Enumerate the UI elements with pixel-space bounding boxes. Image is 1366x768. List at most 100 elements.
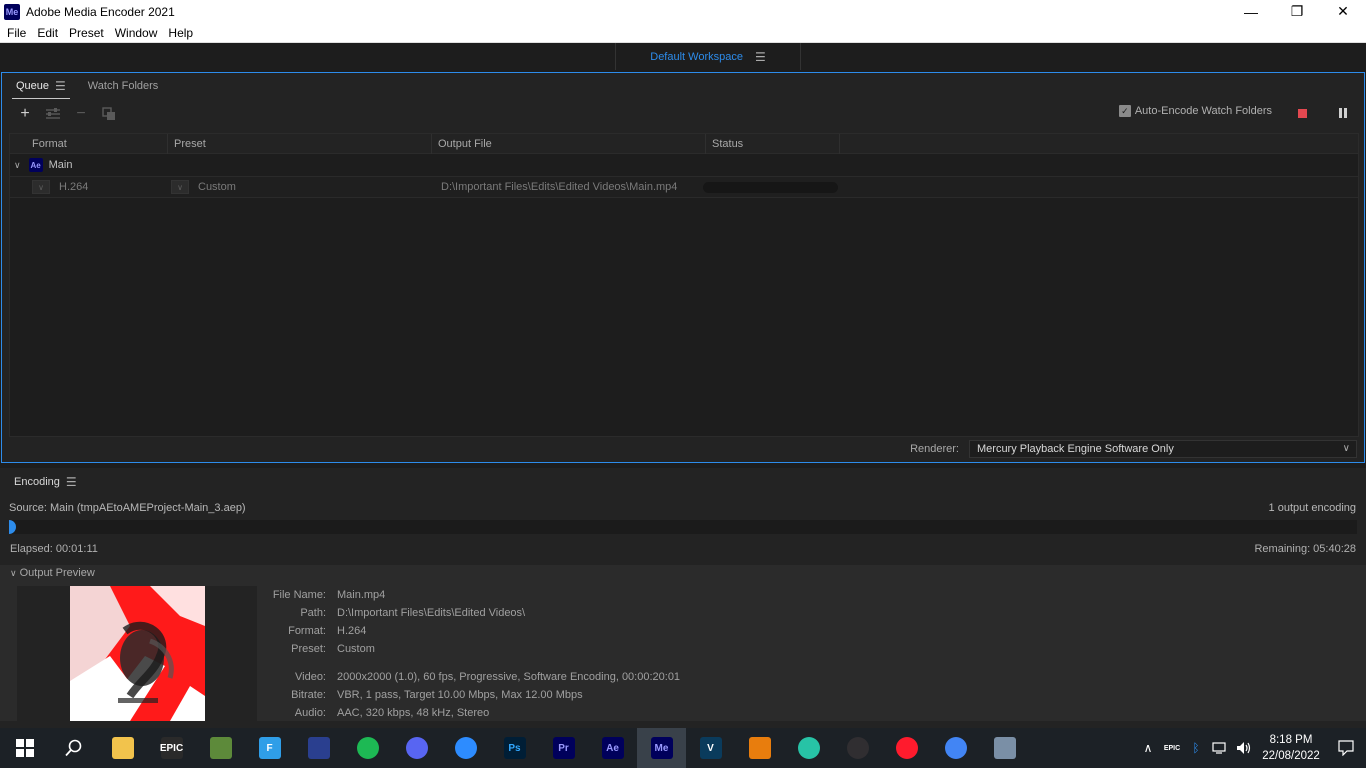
taskbar-app-bandicam[interactable] xyxy=(784,728,833,768)
game-icon xyxy=(307,737,330,759)
column-header-status[interactable]: Status xyxy=(706,133,840,154)
taskbar-app-obs[interactable] xyxy=(833,728,882,768)
taskbar-app-opera[interactable] xyxy=(882,728,931,768)
path-value: D:\Important Files\Edits\Edited Videos\ xyxy=(337,607,526,619)
menu-edit[interactable]: Edit xyxy=(33,26,62,40)
taskbar-app-control-panel[interactable] xyxy=(980,728,1029,768)
remove-minus-icon[interactable]: − xyxy=(70,104,92,124)
collapse-chevron-icon[interactable]: ∨ xyxy=(14,160,21,171)
menu-window[interactable]: Window xyxy=(111,26,162,40)
preview-thumbnail-frame xyxy=(17,586,257,721)
start-button[interactable] xyxy=(0,728,49,768)
minimize-button[interactable]: — xyxy=(1228,0,1274,23)
auto-encode-checkbox[interactable]: ✓ xyxy=(1118,105,1131,117)
media-encoder-icon: Me xyxy=(650,737,673,759)
preset-settings-icon[interactable] xyxy=(42,104,64,124)
after-effects-badge-icon: Ae xyxy=(28,158,43,172)
clock-time: 8:18 PM xyxy=(1269,734,1313,746)
renderer-dropdown[interactable]: Mercury Playback Engine Software Only ∨ xyxy=(969,440,1357,458)
epic-tray-icon[interactable]: EPIC xyxy=(1160,728,1184,768)
taskbar-app-chrome[interactable] xyxy=(931,728,980,768)
output-format[interactable]: H.264 xyxy=(59,181,88,193)
video-value: 2000x2000 (1.0), 60 fps, Progressive, So… xyxy=(337,671,681,683)
encoding-panel: Encoding ☰ Source: Main (tmpAEtoAMEProje… xyxy=(0,468,1366,728)
obs-icon xyxy=(846,737,869,759)
queue-item-name: Main xyxy=(48,159,73,171)
column-header-format[interactable]: Format xyxy=(10,133,168,154)
taskbar-app-spotify[interactable] xyxy=(343,728,392,768)
taskbar-app-after-effects[interactable]: Ae xyxy=(588,728,637,768)
duplicate-icon[interactable] xyxy=(98,104,120,124)
tab-encoding[interactable]: Encoding ☰ xyxy=(10,475,81,489)
windows-logo-icon xyxy=(15,739,34,757)
workspace-tab-default[interactable]: Default Workspace ☰ xyxy=(615,43,801,70)
menu-help[interactable]: Help xyxy=(164,26,197,40)
queue-table: Format Preset Output File Status ∨ Ae Ma… xyxy=(9,133,1359,437)
taskbar-app-media-encoder[interactable]: Me xyxy=(637,728,686,768)
workspace-menu-icon[interactable]: ☰ xyxy=(755,50,766,64)
column-header-preset[interactable]: Preset xyxy=(168,133,432,154)
bitrate-value: VBR, 1 pass, Target 10.00 Mbps, Max 12.0… xyxy=(337,689,583,701)
spotify-icon xyxy=(356,737,379,759)
system-clock[interactable]: 8:18 PM 22/08/2022 xyxy=(1256,732,1326,764)
search-button[interactable] xyxy=(49,728,98,768)
encoding-panel-menu-icon[interactable]: ☰ xyxy=(66,475,77,489)
title-bar: Me Adobe Media Encoder 2021 — ❐ ✕ xyxy=(0,0,1366,23)
zoom-icon xyxy=(454,737,477,759)
search-icon xyxy=(64,739,81,757)
output-row[interactable]: ∨ H.264 ∨ Custom D:\Important Files\Edit… xyxy=(10,176,1358,198)
stop-queue-button[interactable] xyxy=(1298,109,1307,118)
preview-thumbnail-image xyxy=(70,586,205,721)
taskbar-app-fortnite[interactable]: F xyxy=(245,728,294,768)
maximize-button[interactable]: ❐ xyxy=(1274,0,1320,23)
status-progress-bar xyxy=(703,182,838,193)
taskbar-app-epic-games[interactable]: EPIC xyxy=(147,728,196,768)
queue-panel-menu-icon[interactable]: ☰ xyxy=(55,79,66,93)
add-source-plus-icon[interactable]: + xyxy=(14,104,36,124)
audio-label: Audio: xyxy=(294,707,326,719)
taskbar-app-game[interactable] xyxy=(294,728,343,768)
bluetooth-icon[interactable]: ᛒ xyxy=(1184,728,1208,768)
fortnite-icon: F xyxy=(258,737,281,759)
minecraft-icon xyxy=(209,737,232,759)
notification-center-icon[interactable] xyxy=(1326,728,1366,768)
auto-encode-label: Auto-Encode Watch Folders xyxy=(1134,105,1272,117)
format-dropdown-button[interactable]: ∨ xyxy=(32,180,50,194)
media-encoder-app-icon: Me xyxy=(4,3,20,20)
volume-icon[interactable] xyxy=(1232,728,1256,768)
remaining-time: Remaining: 05:40:28 xyxy=(1254,543,1356,555)
output-preview-header[interactable]: ∨ Output Preview xyxy=(0,565,1366,581)
photoshop-icon: Ps xyxy=(503,737,526,759)
close-button[interactable]: ✕ xyxy=(1320,0,1366,23)
menu-file[interactable]: File xyxy=(3,26,30,40)
tab-encoding-label: Encoding xyxy=(14,476,60,488)
tab-queue[interactable]: Queue ☰ xyxy=(12,73,70,99)
blender-icon xyxy=(748,737,771,759)
collapse-chevron-icon[interactable]: ∨ xyxy=(10,568,17,579)
taskbar-app-file-explorer[interactable] xyxy=(98,728,147,768)
output-preset[interactable]: Custom xyxy=(198,181,236,193)
elapsed-time: Elapsed: 00:01:11 xyxy=(10,543,98,555)
file-name-value: Main.mp4 xyxy=(337,589,386,601)
taskbar-app-premiere[interactable]: Pr xyxy=(539,728,588,768)
tab-watch-folders[interactable]: Watch Folders xyxy=(84,73,163,99)
output-preview-label: Output Preview xyxy=(19,567,95,579)
queue-item-group[interactable]: ∨ Ae Main xyxy=(10,154,1358,176)
auto-encode-toggle[interactable]: ✓ Auto-Encode Watch Folders xyxy=(1118,105,1272,117)
taskbar-app-photoshop[interactable]: Ps xyxy=(490,728,539,768)
taskbar-app-vegas[interactable]: V xyxy=(686,728,735,768)
column-header-output-file[interactable]: Output File xyxy=(432,133,706,154)
menu-preset[interactable]: Preset xyxy=(65,26,108,40)
taskbar-app-zoom[interactable] xyxy=(441,728,490,768)
preset-dropdown-button[interactable]: ∨ xyxy=(171,180,189,194)
network-icon[interactable] xyxy=(1208,728,1232,768)
renderer-label: Renderer: xyxy=(910,443,959,455)
output-file-path[interactable]: D:\Important Files\Edits\Edited Videos\M… xyxy=(432,181,706,193)
taskbar-app-minecraft[interactable] xyxy=(196,728,245,768)
premiere-icon: Pr xyxy=(552,737,575,759)
pause-queue-button[interactable] xyxy=(1339,108,1347,118)
taskbar-app-blender[interactable] xyxy=(735,728,784,768)
output-preview-body: File Name: Main.mp4 Path: D:\Important F… xyxy=(0,581,1366,721)
taskbar-app-discord[interactable] xyxy=(392,728,441,768)
show-hidden-icons-chevron-icon[interactable]: ∧ xyxy=(1136,728,1160,768)
